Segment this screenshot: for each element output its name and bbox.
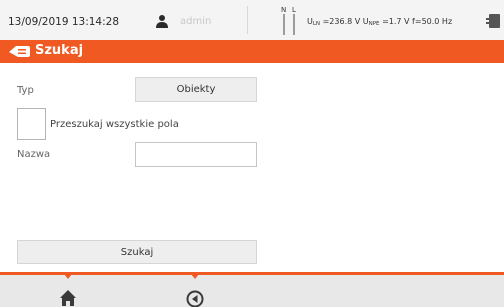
search-all-label: Przeszukaj wszystkie pola (50, 119, 179, 130)
search-all-checkbox[interactable] (17, 108, 46, 140)
measurement-readout: ULN =236.8 V UNPE =1.7 V f=50.0 Hz (307, 17, 452, 27)
u-ln-value: =236.8 V (320, 17, 363, 26)
user-name: admin (180, 16, 212, 27)
search-button[interactable]: Szukaj (17, 240, 257, 264)
title-bar: Szukaj (0, 40, 504, 63)
back-icon[interactable] (186, 290, 204, 307)
user-icon (156, 15, 168, 28)
u-ln-sub: LN (312, 21, 321, 27)
status-divider (247, 6, 248, 34)
u-npe-value: =1.7 V f=50.0 Hz (379, 17, 453, 26)
type-label: Typ (17, 85, 34, 96)
power-plug-icon (486, 14, 500, 28)
back-marker (191, 274, 199, 279)
home-icon[interactable] (59, 289, 77, 307)
phase-n-label: N (281, 6, 286, 14)
search-hand-icon (9, 46, 30, 57)
type-select-button[interactable]: Obiekty (135, 77, 257, 102)
phase-connection-icon: N L (281, 6, 296, 35)
status-bar: 13/09/2019 13:14:28 admin N L ULN =236.8… (0, 0, 504, 40)
home-marker (64, 274, 72, 279)
name-label: Nazwa (17, 149, 51, 160)
datetime: 13/09/2019 13:14:28 (8, 16, 120, 28)
phase-l-label: L (292, 6, 296, 14)
bottom-nav (0, 272, 504, 307)
name-input[interactable] (135, 142, 257, 167)
u-npe-sub: NPE (368, 21, 380, 27)
page-title: Szukaj (35, 43, 84, 58)
